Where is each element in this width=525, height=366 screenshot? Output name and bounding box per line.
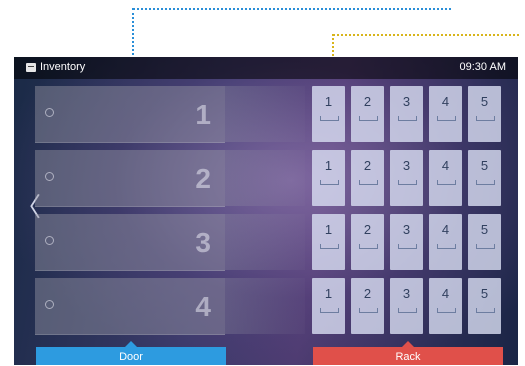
inventory-icon bbox=[26, 62, 36, 72]
slot-icon bbox=[476, 308, 495, 313]
slot-icon bbox=[320, 180, 339, 185]
slot-icon bbox=[437, 244, 456, 249]
door-item-2-fade bbox=[225, 150, 305, 206]
tab-door[interactable]: Door bbox=[36, 341, 226, 365]
slot-icon bbox=[437, 116, 456, 121]
slot-icon bbox=[398, 116, 417, 121]
door-item-4-fade bbox=[225, 278, 305, 334]
rack-slot-button[interactable]: 4 bbox=[429, 214, 462, 270]
slot-icon bbox=[476, 116, 495, 121]
rack-slot-button[interactable]: 4 bbox=[429, 150, 462, 206]
rack-slot-number: 5 bbox=[480, 286, 489, 301]
tab-rack-label: Rack bbox=[395, 351, 421, 363]
rack-slot-button[interactable]: 5 bbox=[468, 278, 501, 334]
rack-slot-button[interactable]: 4 bbox=[429, 278, 462, 334]
rack-slot-number: 4 bbox=[441, 222, 450, 237]
rack-slot-button[interactable]: 2 bbox=[351, 278, 384, 334]
slot-icon bbox=[359, 180, 378, 185]
status-dot-icon bbox=[45, 108, 54, 117]
door-number: 4 bbox=[195, 291, 211, 322]
door-item-3[interactable]: 3 bbox=[35, 214, 225, 271]
rack-callout-line bbox=[333, 34, 519, 36]
rack-slot-number: 3 bbox=[402, 158, 411, 173]
status-dot-icon bbox=[45, 236, 54, 245]
status-dot-icon bbox=[45, 300, 54, 309]
rack-slot-button[interactable]: 1 bbox=[312, 214, 345, 270]
slot-icon bbox=[320, 244, 339, 249]
rack-slot-button[interactable]: 2 bbox=[351, 86, 384, 142]
door-item-3-fade bbox=[225, 214, 305, 270]
slot-icon bbox=[476, 244, 495, 249]
rack-slot-number: 3 bbox=[402, 94, 411, 109]
rack-slot-button[interactable]: 4 bbox=[429, 86, 462, 142]
door-number: 1 bbox=[195, 99, 211, 130]
slot-icon bbox=[398, 244, 417, 249]
slot-icon bbox=[359, 116, 378, 121]
rack-slot-number: 3 bbox=[402, 286, 411, 301]
rack-slot-number: 2 bbox=[363, 222, 372, 237]
rack-slot-number: 1 bbox=[324, 158, 333, 173]
rack-slot-button[interactable]: 5 bbox=[468, 86, 501, 142]
door-item-2[interactable]: 2 bbox=[35, 150, 225, 207]
door-number: 3 bbox=[195, 227, 211, 258]
door-number: 2 bbox=[195, 163, 211, 194]
rack-slot-button[interactable]: 3 bbox=[390, 278, 423, 334]
door-item-4[interactable]: 4 bbox=[35, 278, 225, 335]
door-callout-line-vertical bbox=[132, 8, 134, 63]
rack-slot-number: 3 bbox=[402, 222, 411, 237]
rack-slot-button[interactable]: 1 bbox=[312, 150, 345, 206]
slot-icon bbox=[476, 180, 495, 185]
slot-icon bbox=[320, 116, 339, 121]
rack-slot-button[interactable]: 2 bbox=[351, 214, 384, 270]
rack-slot-number: 4 bbox=[441, 286, 450, 301]
slot-icon bbox=[437, 308, 456, 313]
door-item-1-fade bbox=[225, 86, 305, 142]
rack-slot-button[interactable]: 3 bbox=[390, 214, 423, 270]
door-callout-line bbox=[133, 8, 451, 10]
slot-icon bbox=[359, 244, 378, 249]
rack-slot-number: 5 bbox=[480, 158, 489, 173]
slot-icon bbox=[398, 180, 417, 185]
rack-slot-number: 2 bbox=[363, 286, 372, 301]
status-dot-icon bbox=[45, 172, 54, 181]
clock: 09:30 AM bbox=[459, 61, 506, 73]
rack-slot-number: 2 bbox=[363, 158, 372, 173]
rack-slot-number: 5 bbox=[480, 222, 489, 237]
app-title: Inventory bbox=[40, 61, 86, 73]
rack-slot-button[interactable]: 5 bbox=[468, 214, 501, 270]
slot-icon bbox=[398, 308, 417, 313]
rack-slot-number: 4 bbox=[441, 94, 450, 109]
status-bar: Inventory 09:30 AM bbox=[14, 57, 518, 79]
slot-icon bbox=[320, 308, 339, 313]
rack-slot-number: 4 bbox=[441, 158, 450, 173]
rack-slot-button[interactable]: 2 bbox=[351, 150, 384, 206]
rack-slot-number: 1 bbox=[324, 94, 333, 109]
rack-slot-button[interactable]: 1 bbox=[312, 278, 345, 334]
slot-icon bbox=[359, 308, 378, 313]
figure: Inventory 09:30 AM 〈 1 2 3 4 1 2 3 4 5 1… bbox=[0, 0, 525, 366]
tab-notch-icon bbox=[402, 341, 414, 347]
status-title: Inventory bbox=[26, 61, 85, 73]
rack-slot-button[interactable]: 5 bbox=[468, 150, 501, 206]
door-item-1[interactable]: 1 bbox=[35, 86, 225, 143]
rack-slot-button[interactable]: 3 bbox=[390, 86, 423, 142]
tab-door-label: Door bbox=[119, 351, 143, 363]
slot-icon bbox=[437, 180, 456, 185]
device-screen: Inventory 09:30 AM 〈 1 2 3 4 1 2 3 4 5 1… bbox=[14, 57, 518, 365]
rack-slot-button[interactable]: 1 bbox=[312, 86, 345, 142]
rack-slot-button[interactable]: 3 bbox=[390, 150, 423, 206]
tab-notch-icon bbox=[125, 341, 137, 347]
rack-slot-number: 1 bbox=[324, 286, 333, 301]
rack-slot-number: 1 bbox=[324, 222, 333, 237]
rack-slot-number: 2 bbox=[363, 94, 372, 109]
rack-slot-number: 5 bbox=[480, 94, 489, 109]
tab-rack[interactable]: Rack bbox=[313, 341, 503, 365]
